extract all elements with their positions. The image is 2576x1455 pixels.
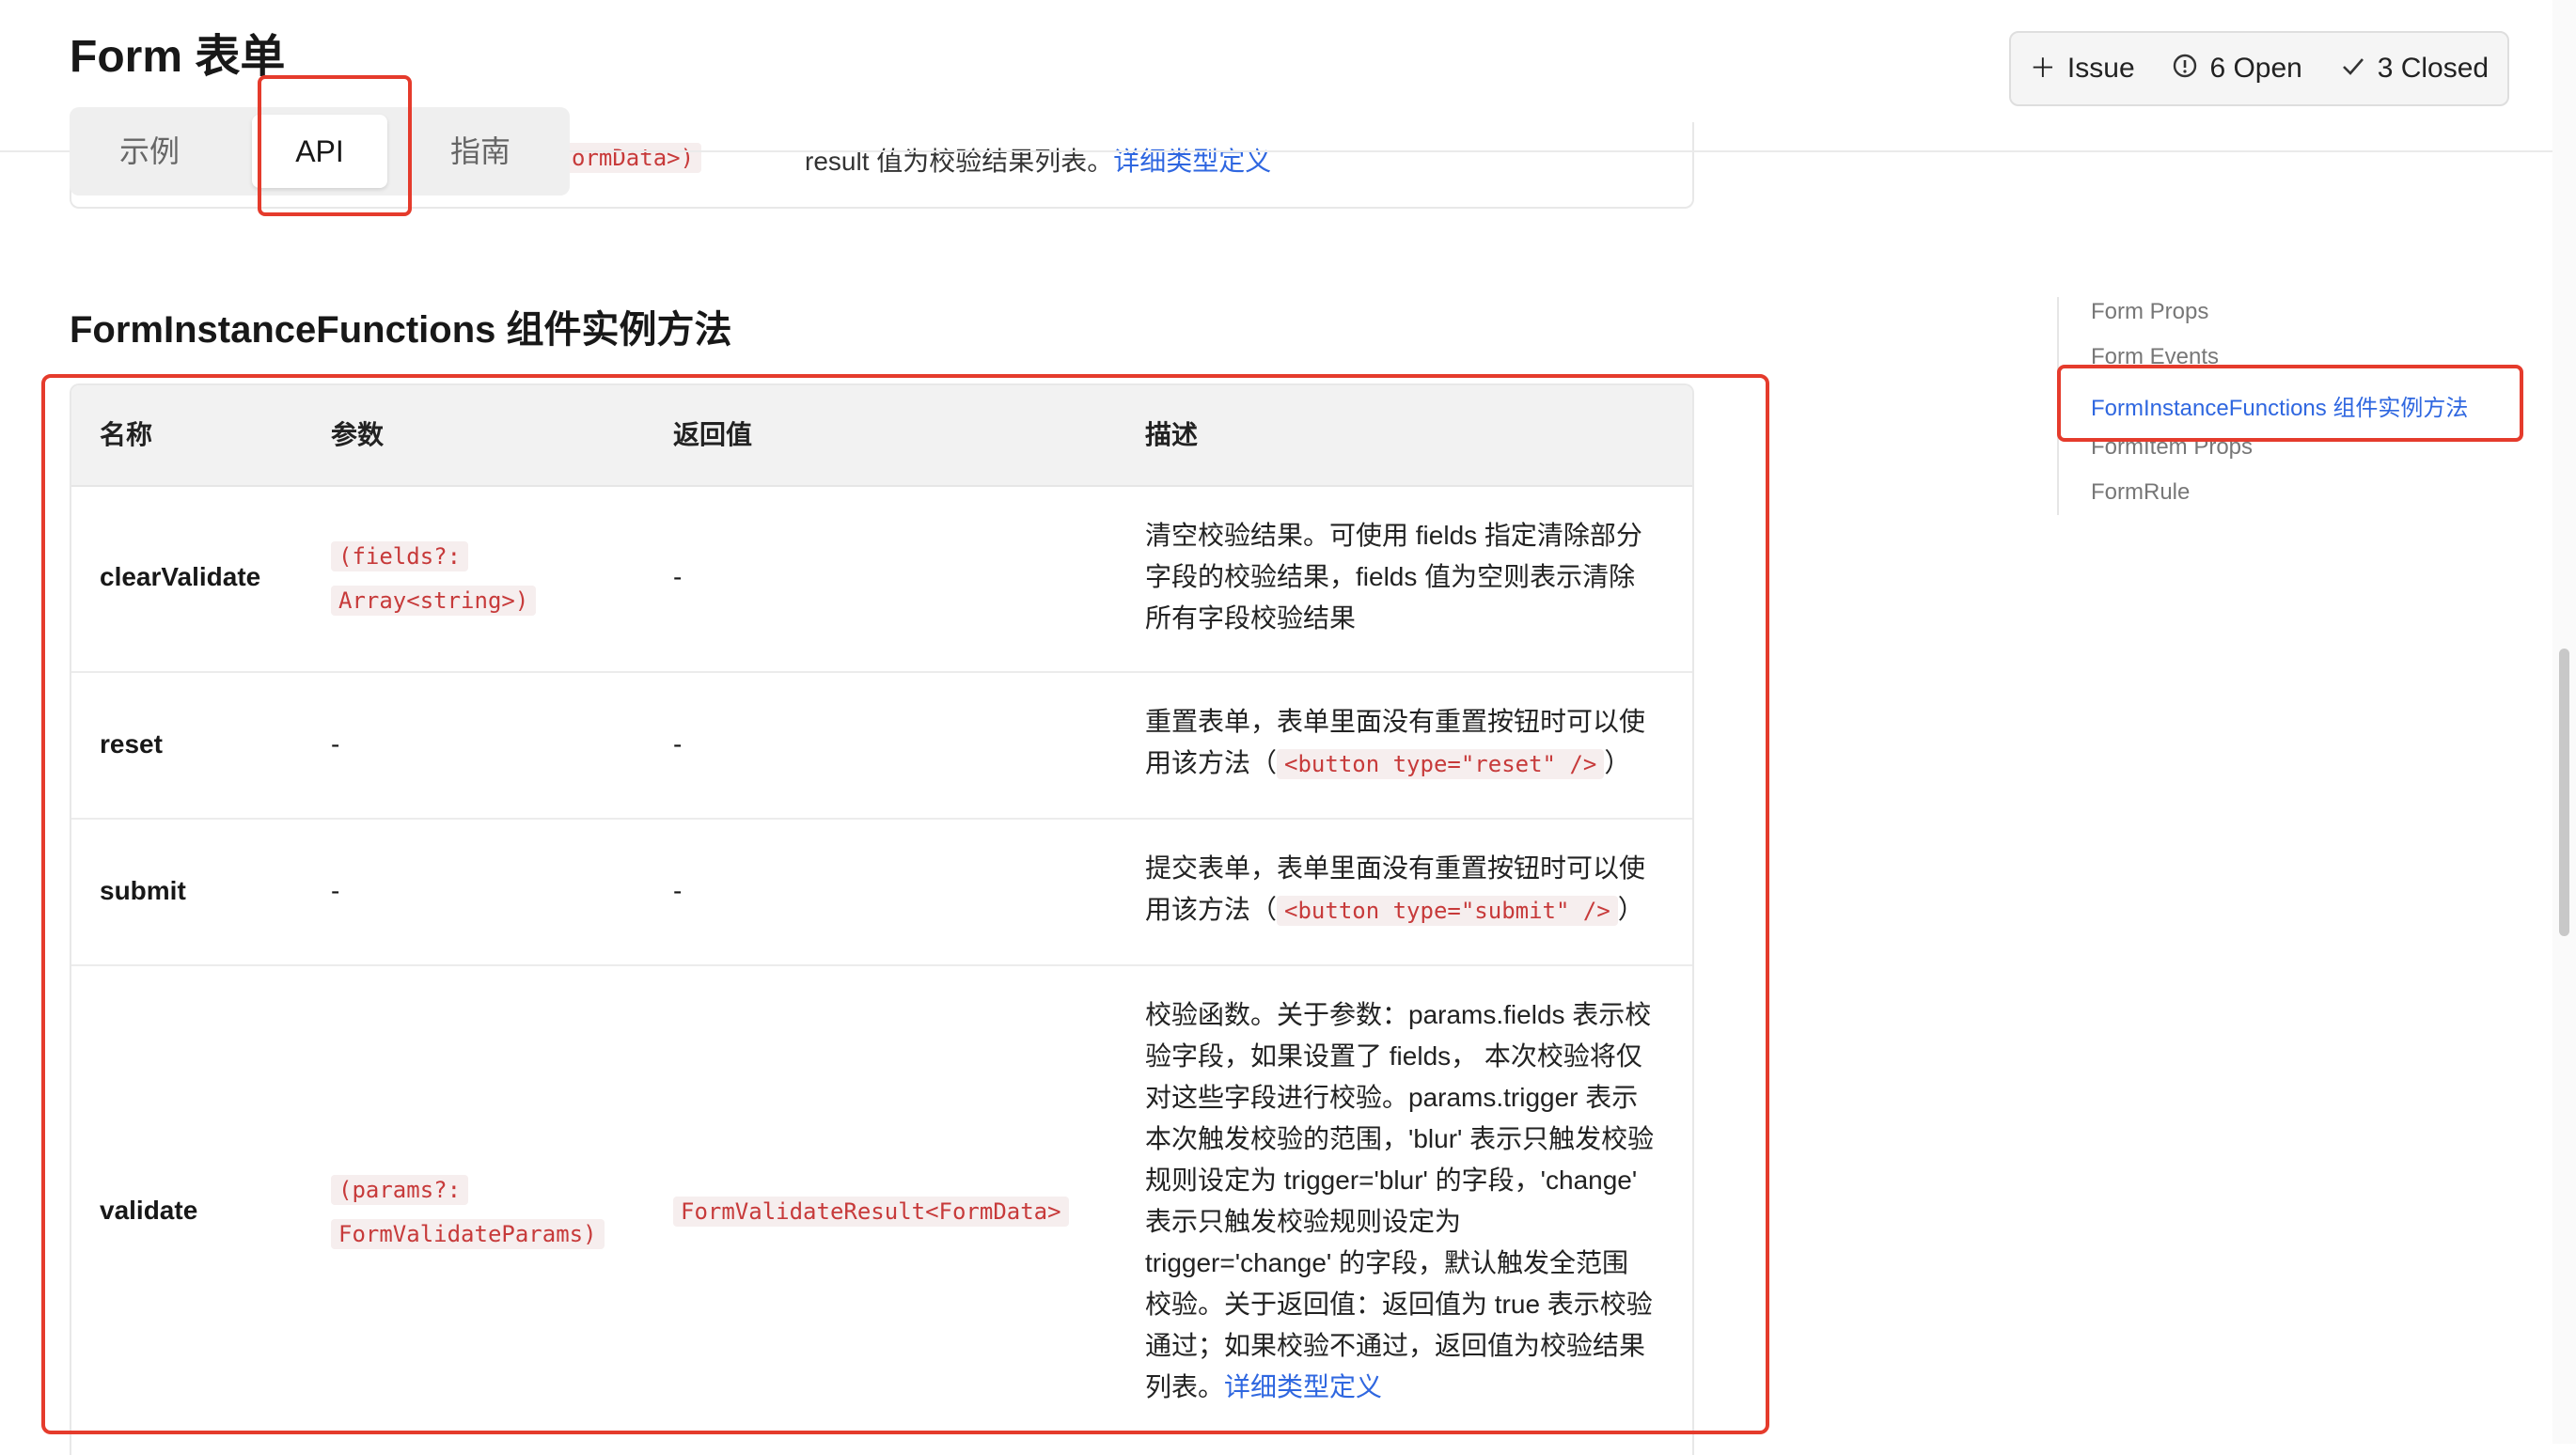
page-title: Form 表单 <box>70 19 285 85</box>
closed-issues-button[interactable]: 3 Closed <box>2340 53 2489 85</box>
toc-item-form-props[interactable]: Form Props <box>2091 299 2208 325</box>
scrollbar-thumb[interactable] <box>2559 649 2569 936</box>
tab-guide[interactable]: 指南 <box>410 115 551 188</box>
toc-item-formrule[interactable]: FormRule <box>2091 479 2190 506</box>
table-highlight-box <box>41 374 1769 1434</box>
check-icon <box>2340 53 2366 85</box>
plus-icon: ＋ <box>2030 55 2056 83</box>
section-title: FormInstanceFunctions 组件实例方法 <box>70 299 732 353</box>
alert-circle-icon <box>2172 53 2198 85</box>
closed-label: 3 Closed <box>2378 53 2489 85</box>
previous-table-desc: result 值为校验结果列表。详细类型定义 <box>805 141 1271 179</box>
previous-table-code: ormData>) <box>564 143 701 173</box>
tab-examples[interactable]: 示例 <box>79 115 220 188</box>
toc-highlight-box <box>2057 365 2523 442</box>
issue-button[interactable]: ＋ Issue <box>2030 53 2135 85</box>
tab-api-highlight-box <box>258 75 412 216</box>
issue-label: Issue <box>2067 53 2135 85</box>
issue-bar: ＋ Issue 6 Open 3 Closed <box>2009 31 2509 106</box>
open-label: 6 Open <box>2209 53 2301 85</box>
open-issues-button[interactable]: 6 Open <box>2172 53 2301 85</box>
